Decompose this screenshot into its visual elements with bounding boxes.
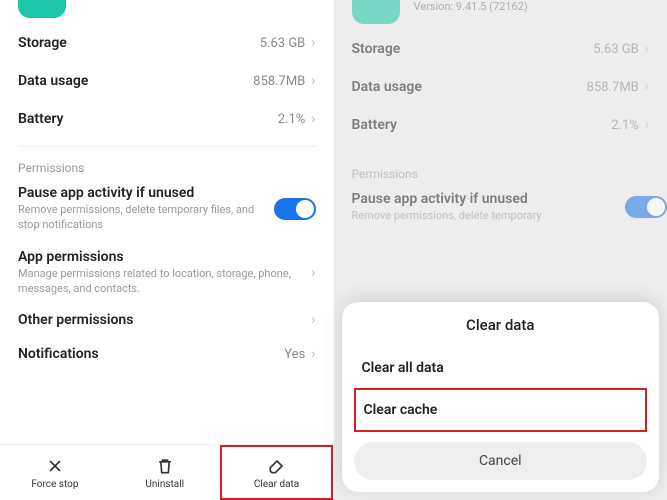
- divider: [18, 146, 316, 147]
- clear-all-data-option[interactable]: Clear all data: [354, 348, 648, 388]
- force-stop-label: Force stop: [31, 479, 78, 490]
- chevron-right-icon: ›: [311, 312, 315, 328]
- divider: [352, 152, 650, 153]
- app-permissions-row[interactable]: App permissions Manage permissions relat…: [18, 241, 316, 305]
- app-permissions-sub: Manage permissions related to location, …: [18, 267, 303, 297]
- force-stop-button[interactable]: Force stop: [0, 445, 110, 500]
- chevron-right-icon: ›: [645, 117, 649, 133]
- pause-activity-row: Pause app activity if unused Remove perm…: [18, 177, 316, 241]
- clear-cache-option[interactable]: Clear cache: [354, 388, 648, 432]
- chevron-right-icon: ›: [311, 346, 315, 362]
- battery-label: Battery: [352, 117, 397, 133]
- storage-row: Storage 5.63 GB ›: [352, 30, 650, 68]
- clear-data-sheet: Clear data Clear all data Clear cache Ca…: [342, 302, 660, 492]
- app-icon: [18, 0, 66, 18]
- data-usage-value: 858.7MB: [587, 80, 639, 95]
- data-usage-row[interactable]: Data usage 858.7MB ›: [18, 62, 316, 100]
- trash-icon: [155, 456, 175, 476]
- clear-data-label: Clear data: [254, 479, 299, 490]
- app-version: Version: 9.41.5 (72162): [414, 0, 528, 13]
- permissions-section-title: Permissions: [18, 155, 316, 177]
- app-icon: [352, 0, 400, 24]
- storage-label: Storage: [18, 35, 67, 51]
- pause-activity-row: Pause app activity if unused Remove perm…: [352, 183, 650, 232]
- chevron-right-icon: ›: [645, 41, 649, 57]
- pause-activity-sub: Remove permissions, delete temporary: [352, 209, 618, 224]
- data-usage-value: 858.7MB: [253, 74, 305, 89]
- sheet-title: Clear data: [354, 316, 648, 334]
- close-icon: [45, 456, 65, 476]
- pause-activity-title: Pause app activity if unused: [18, 185, 266, 201]
- battery-value: 2.1%: [611, 118, 639, 133]
- data-usage-row: Data usage 858.7MB ›: [352, 68, 650, 106]
- notifications-row[interactable]: Notifications Yes ›: [18, 336, 316, 372]
- permissions-section-title: Permissions: [352, 161, 650, 183]
- chevron-right-icon: ›: [311, 73, 315, 89]
- pause-activity-title: Pause app activity if unused: [352, 191, 618, 207]
- notifications-value: Yes: [284, 347, 305, 362]
- pause-activity-sub: Remove permissions, delete temporary fil…: [18, 203, 266, 233]
- data-usage-label: Data usage: [352, 79, 422, 95]
- chevron-right-icon: ›: [645, 79, 649, 95]
- storage-label: Storage: [352, 41, 401, 57]
- storage-value: 5.63 GB: [593, 42, 639, 57]
- other-permissions-row[interactable]: Other permissions ›: [18, 304, 316, 336]
- clear-data-button[interactable]: Clear data: [220, 445, 334, 500]
- eraser-icon: [267, 456, 287, 476]
- data-usage-label: Data usage: [18, 73, 88, 89]
- pause-activity-toggle: [625, 196, 667, 218]
- uninstall-button[interactable]: Uninstall: [110, 445, 220, 500]
- battery-value: 2.1%: [278, 112, 306, 127]
- notifications-label: Notifications: [18, 346, 99, 362]
- storage-value: 5.63 GB: [260, 36, 306, 51]
- app-permissions-title: App permissions: [18, 249, 303, 265]
- other-permissions-title: Other permissions: [18, 312, 303, 328]
- battery-row[interactable]: Battery 2.1% ›: [18, 100, 316, 138]
- pause-activity-toggle[interactable]: [274, 198, 316, 220]
- battery-label: Battery: [18, 111, 63, 127]
- chevron-right-icon: ›: [311, 111, 315, 127]
- storage-row[interactable]: Storage 5.63 GB ›: [18, 24, 316, 62]
- cancel-button[interactable]: Cancel: [354, 442, 648, 480]
- battery-row: Battery 2.1% ›: [352, 106, 650, 144]
- uninstall-label: Uninstall: [145, 479, 184, 490]
- chevron-right-icon: ›: [311, 265, 315, 281]
- chevron-right-icon: ›: [311, 35, 315, 51]
